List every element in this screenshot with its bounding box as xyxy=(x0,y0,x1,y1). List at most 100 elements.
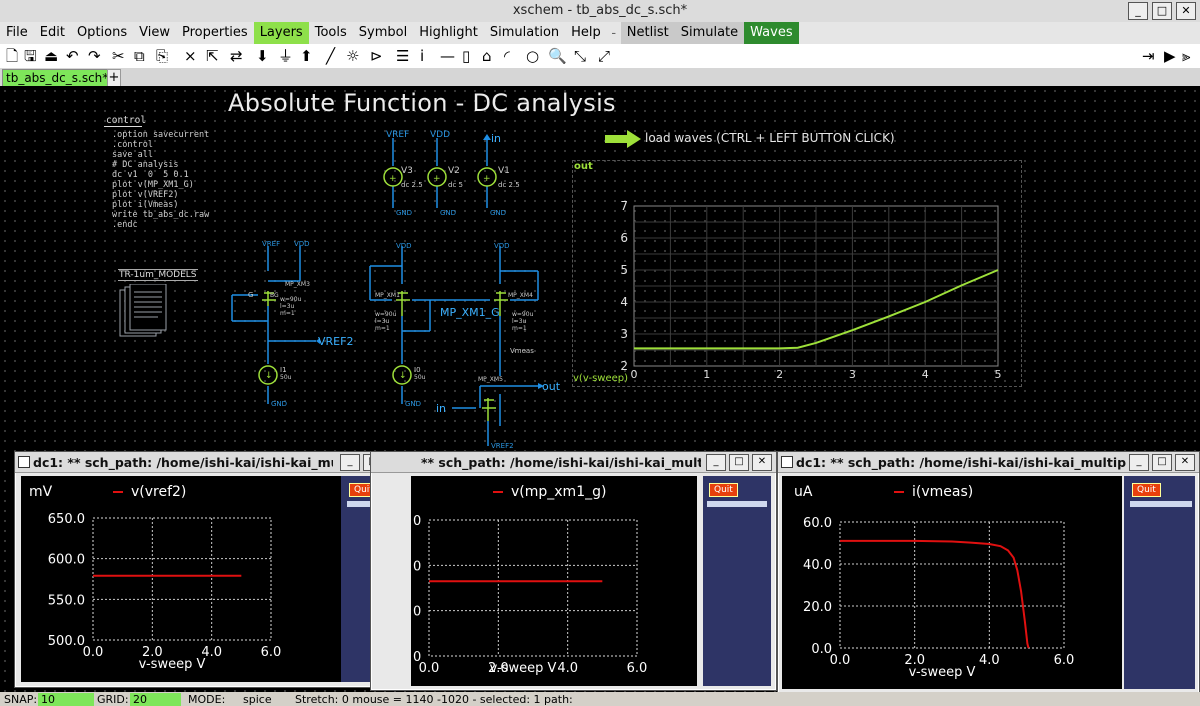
line-icon[interactable]: — xyxy=(440,47,455,65)
models-document-icon[interactable] xyxy=(118,284,170,342)
menu-highlight[interactable]: Highlight xyxy=(413,22,484,44)
waveform-window-title: dc1: ** sch_path: /home/ishi-kai/ishi-ka… xyxy=(796,455,1126,470)
cut-icon[interactable]: ✂ xyxy=(112,47,125,65)
simulate-button[interactable]: Simulate xyxy=(674,22,745,44)
pin-icon[interactable]: ⊳ xyxy=(370,47,383,65)
graph-xtick: 0 xyxy=(631,368,638,381)
swap-icon[interactable]: ⇄ xyxy=(230,47,243,65)
waveform-plot[interactable]: mV v(vref2)650.0600.0550.0500.00.0 2.0 4.0 6… xyxy=(21,476,341,682)
arc-icon[interactable]: ◜ xyxy=(504,47,510,65)
menu-properties[interactable]: Properties xyxy=(176,22,254,44)
plot-unit: uA xyxy=(794,484,813,500)
plot-ytick: 600.0 xyxy=(48,553,85,568)
zoom-in-icon[interactable]: ⤡ xyxy=(574,47,586,65)
waves-run-icon[interactable]: ⫸ xyxy=(1182,47,1190,65)
label-mp-xm4: MP_XM4 xyxy=(508,292,533,299)
simulate-run-icon[interactable]: ▶ xyxy=(1164,47,1176,65)
tab-tb-abs-dc[interactable]: tb_abs_dc_s.sch* xyxy=(2,69,113,87)
maximize-button[interactable]: □ xyxy=(729,454,749,471)
highlight-icon[interactable]: ☼ xyxy=(346,47,359,65)
add-tab-button[interactable]: + xyxy=(107,69,121,87)
waveform-window-vmeas[interactable]: dc1: ** sch_path: /home/ishi-kai/ishi-ka… xyxy=(777,451,1200,694)
menu-layers[interactable]: Layers xyxy=(253,22,309,44)
circle-icon[interactable]: ○ xyxy=(526,47,539,65)
net-vref-m3: VREF xyxy=(262,240,281,248)
gnd-v3: GND xyxy=(396,209,413,217)
waveform-window-titlebar: dc1: ** sch_path: /home/ishi-kai/ishi-ka… xyxy=(15,452,410,473)
plot-ytick: 0 xyxy=(413,559,421,574)
waveform-window-mp-xm1-g[interactable]: ** sch_path: /home/ishi-kai/ishi-kai_mul… xyxy=(370,451,777,691)
close-button[interactable]: ✕ xyxy=(1175,454,1195,471)
plot-xlabel: v-sweep V xyxy=(490,661,557,676)
gnd-i0: GND xyxy=(405,400,422,408)
undo-icon[interactable]: ↶ xyxy=(66,47,79,65)
plot-unit: mV xyxy=(29,484,53,500)
minimize-button[interactable]: _ xyxy=(1128,2,1148,20)
copy-icon[interactable]: ⧉ xyxy=(134,47,145,65)
reload-icon[interactable]: ⏏ xyxy=(44,47,58,65)
minimize-button[interactable]: _ xyxy=(1129,454,1149,471)
menu-bar: File Edit Options View Properties Layers… xyxy=(0,22,1200,44)
plot-xtick: 4.0 xyxy=(557,661,578,676)
menu-edit[interactable]: Edit xyxy=(34,22,71,44)
grid-value[interactable]: 20 xyxy=(130,693,181,706)
delete-icon[interactable]: × xyxy=(184,47,197,65)
load-waves-arrow-icon[interactable] xyxy=(605,130,641,148)
side-scrollbar[interactable] xyxy=(1130,501,1192,507)
menu-symbol[interactable]: Symbol xyxy=(353,22,413,44)
quit-button[interactable]: Quit xyxy=(709,483,738,497)
menu-help[interactable]: Help xyxy=(565,22,607,44)
maximize-button[interactable]: □ xyxy=(1152,454,1172,471)
probe-icon[interactable]: ⅰ xyxy=(420,47,424,65)
push-up-icon[interactable]: ⬆ xyxy=(300,47,313,65)
plot-ytick: 500.0 xyxy=(48,634,85,649)
svg-text:+: + xyxy=(389,174,397,184)
polygon-icon[interactable]: ⌂ xyxy=(482,47,492,65)
netlist-icon[interactable]: ☰ xyxy=(396,47,409,65)
menu-tools[interactable]: Tools xyxy=(309,22,353,44)
paste-icon[interactable]: ⎘ xyxy=(156,47,168,65)
minimize-button[interactable]: _ xyxy=(706,454,726,471)
zoom-icon[interactable]: 🔍 xyxy=(548,47,567,65)
waveform-plot[interactable]: v(mp_xm1_g)00000.0 2.0 4.0 6.0v-sweep V xyxy=(411,476,697,686)
menu-file[interactable]: File xyxy=(0,22,34,44)
net-in: in xyxy=(491,132,502,145)
move-icon[interactable]: ⇱ xyxy=(206,47,219,65)
label-i0: I0 xyxy=(414,366,421,374)
new-file-icon[interactable]: 🗋 xyxy=(6,47,18,65)
side-scrollbar[interactable] xyxy=(707,501,767,507)
insert-symbol-icon[interactable]: ⏚ xyxy=(278,47,293,65)
svg-text:↓: ↓ xyxy=(265,371,273,381)
quit-button[interactable]: Quit xyxy=(1132,483,1161,497)
redo-icon[interactable]: ↷ xyxy=(88,47,101,65)
waveform-window-vref2[interactable]: dc1: ** sch_path: /home/ishi-kai/ishi-ka… xyxy=(14,451,411,688)
waves-button[interactable]: Waves xyxy=(744,22,799,44)
menu-simulation[interactable]: Simulation xyxy=(484,22,565,44)
netlist-button[interactable]: Netlist xyxy=(620,22,675,44)
label-v2-dc: dc 5 xyxy=(448,181,463,189)
zoom-full-icon[interactable]: ⤢ xyxy=(598,47,610,65)
net-vdd-m4: VDD xyxy=(494,242,510,250)
netlist-run-icon[interactable]: ⇥ xyxy=(1142,47,1155,65)
menu-view[interactable]: View xyxy=(133,22,176,44)
load-waves-text[interactable]: load waves (CTRL + LEFT BUTTON CLICK) xyxy=(645,131,895,145)
control-underline xyxy=(104,126,142,127)
models-label[interactable]: TR-1um_MODELS xyxy=(118,269,198,281)
label-g-m3: G xyxy=(248,291,254,299)
waveform-window-titlebar: dc1: ** sch_path: /home/ishi-kai/ishi-ka… xyxy=(778,452,1199,473)
close-button[interactable]: ✕ xyxy=(1176,2,1196,20)
rectangle-icon[interactable]: ▯ xyxy=(462,47,470,65)
waveform-plot[interactable]: uA i(vmeas)60.040.020.00.00.0 2.0 4.0 6.0v-s… xyxy=(782,476,1122,689)
maximize-button[interactable]: □ xyxy=(1152,2,1172,20)
control-code[interactable]: .option savecurrent .control save all # … xyxy=(112,130,209,230)
plot-ytick: 650.0 xyxy=(48,512,85,527)
waveform-window-title: ** sch_path: /home/ishi-kai/ishi-kai_mul… xyxy=(421,455,701,470)
minimize-button[interactable]: _ xyxy=(340,454,360,471)
close-button[interactable]: ✕ xyxy=(752,454,772,471)
snap-value[interactable]: 10 xyxy=(38,693,94,706)
save-icon[interactable]: 🖫 xyxy=(24,47,37,65)
draw-wire-icon[interactable]: ╱ xyxy=(326,47,335,65)
push-down-icon[interactable]: ⬇ xyxy=(256,47,269,65)
menu-options[interactable]: Options xyxy=(71,22,133,44)
control-label[interactable]: control xyxy=(106,115,146,126)
